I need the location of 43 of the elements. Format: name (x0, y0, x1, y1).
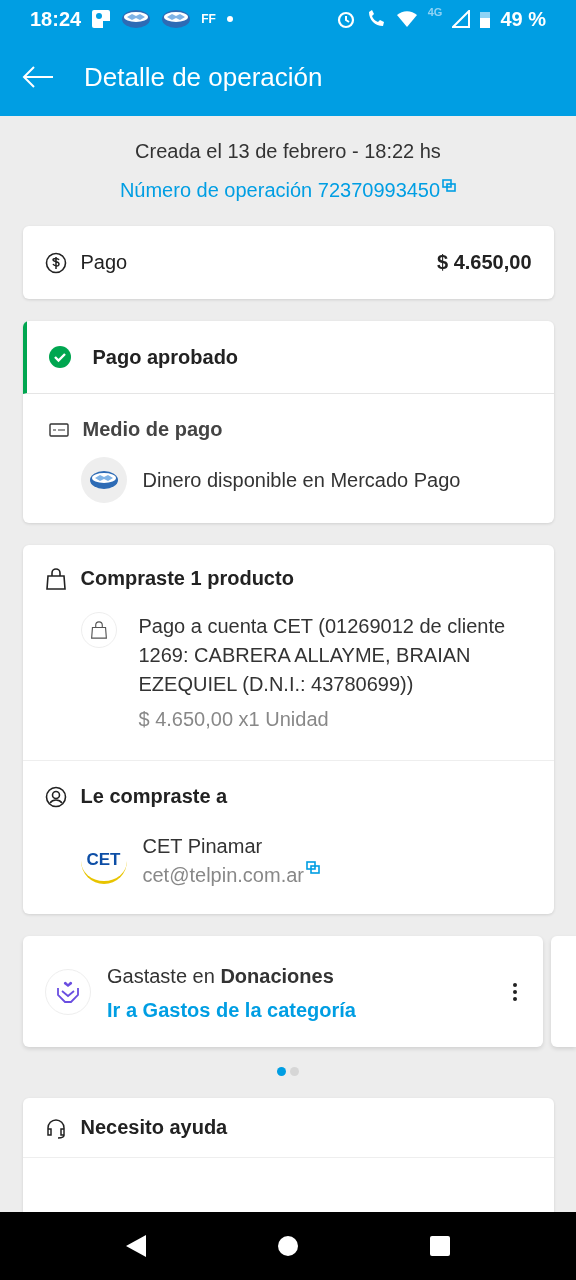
section-title: Medio de pago (82, 418, 223, 441)
shopping-bag-icon (89, 621, 108, 639)
payment-method: Dinero disponible en Mercado Pago (142, 467, 461, 493)
home-circle-icon[interactable] (277, 1235, 299, 1257)
shopping-bag-icon (44, 567, 67, 590)
screen-title: Detalle de operación (84, 61, 323, 93)
operation-number-link[interactable]: Número de operación 72370993450 (119, 179, 457, 202)
notification-label: FF (201, 12, 216, 26)
product-price: $ 4.650,00 x1 Unidad (138, 707, 330, 732)
payment-amount: $ 4.650,00 (436, 251, 532, 274)
carousel-dot[interactable] (277, 1067, 286, 1076)
signal-icon (452, 10, 471, 28)
clock: 18:24 (30, 7, 82, 31)
battery-percent: 49 % (500, 7, 546, 31)
more-vertical-icon (513, 982, 517, 1001)
alarm-icon (335, 9, 356, 29)
category-card[interactable]: Gastaste en Donaciones Ir a Gastos de la categoría (23, 936, 543, 1047)
payment-label: Pago (80, 251, 128, 274)
seller-name: CET Pinamar (142, 834, 264, 859)
headset-icon (44, 1116, 67, 1139)
product-description: Pago a cuenta CET (01269012 de cliente 1269: CABRERA ALLAYME, BRAIAN EZEQUIEL (D.N.I.: 43780699)) (138, 614, 507, 697)
copy-icon[interactable] (442, 179, 457, 193)
card-icon (48, 422, 69, 437)
seller-email: cet@telpin.com.ar (142, 863, 304, 888)
contact-card-icon (91, 9, 112, 29)
dot-icon (225, 15, 234, 23)
user-circle-icon (44, 785, 67, 808)
copy-icon[interactable] (306, 861, 320, 875)
category-text: Gastaste en Donaciones (107, 963, 335, 989)
recents-square-icon[interactable] (429, 1235, 451, 1257)
section-title: Compraste 1 producto (80, 567, 294, 590)
back-triangle-icon[interactable] (125, 1234, 147, 1258)
back-arrow-icon[interactable] (22, 65, 54, 89)
created-date: Creada el 13 de febrero - 18:22 hs (135, 140, 441, 163)
status-label: Pago aprobado (92, 345, 239, 369)
wifi-icon (395, 10, 418, 28)
check-circle-icon (48, 346, 71, 368)
dollar-icon (44, 251, 67, 274)
category-link[interactable]: Ir a Gastos de la categoría (107, 998, 356, 1022)
help-title: Necesito ayuda (80, 1116, 228, 1139)
network-label: 4G (427, 6, 443, 18)
section-title: Le compraste a (80, 785, 228, 808)
battery-icon (480, 10, 491, 28)
